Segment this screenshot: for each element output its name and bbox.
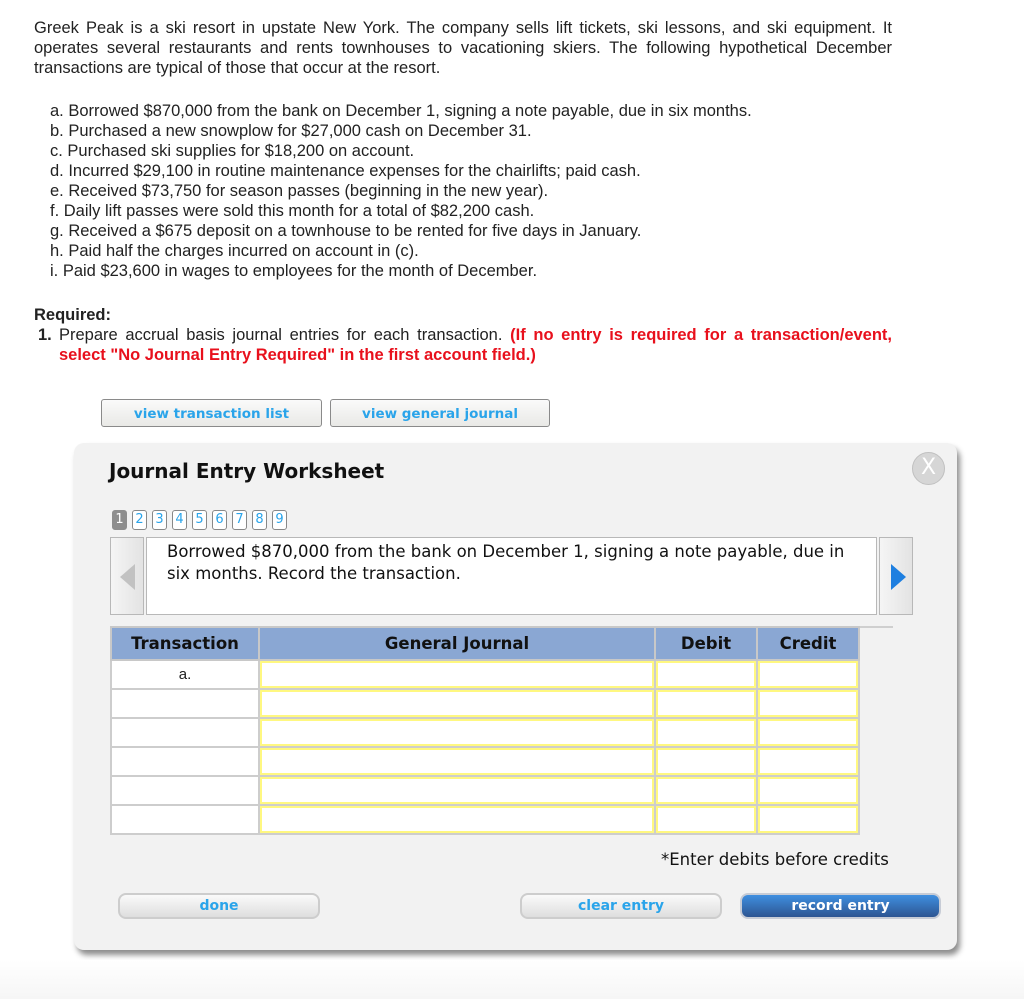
transaction-list: a. Borrowed $870,000 from the bank on De… <box>50 101 752 281</box>
transaction-cell: a. <box>110 659 260 690</box>
transaction-item: e. Received $73,750 for season passes (b… <box>50 182 549 200</box>
table-row <box>110 688 860 719</box>
account-input[interactable] <box>258 659 656 690</box>
next-button[interactable] <box>879 537 913 615</box>
debit-input[interactable] <box>654 746 758 777</box>
credit-input[interactable] <box>756 775 860 806</box>
transaction-item: f. Daily lift passes were sold this mont… <box>50 202 535 220</box>
header-transaction: Transaction <box>110 626 260 661</box>
account-input[interactable] <box>258 775 656 806</box>
prompt-panel: Borrowed $870,000 from the bank on Decem… <box>110 537 913 615</box>
transaction-cell <box>110 688 260 719</box>
transaction-cell <box>110 746 260 777</box>
table-row <box>110 717 860 748</box>
transaction-item: g. Received a $675 deposit on a townhous… <box>50 222 642 240</box>
transaction-item: h. Paid half the charges incurred on acc… <box>50 242 419 260</box>
account-input[interactable] <box>258 717 656 748</box>
header-debit: Debit <box>654 626 758 661</box>
required-item: 1. Prepare accrual basis journal entries… <box>38 325 892 365</box>
page-tab-6[interactable]: 6 <box>212 510 227 530</box>
page-tab-7[interactable]: 7 <box>232 510 247 530</box>
page-tab-8[interactable]: 8 <box>252 510 267 530</box>
page-tab-4[interactable]: 4 <box>172 510 187 530</box>
transaction-cell <box>110 775 260 806</box>
required-heading: Required: <box>34 306 112 324</box>
table-row <box>110 804 860 835</box>
transaction-item: a. Borrowed $870,000 from the bank on De… <box>50 102 752 120</box>
journal-entry-worksheet: Journal Entry Worksheet X 1 2 3 4 5 6 7 … <box>74 443 957 950</box>
debit-input[interactable] <box>654 804 758 835</box>
page-bottom-fade <box>0 960 1024 999</box>
triangle-left-icon <box>120 564 135 590</box>
transaction-prompt: Borrowed $870,000 from the bank on Decem… <box>146 537 877 615</box>
clear-entry-button[interactable]: clear entry <box>520 893 722 919</box>
done-button[interactable]: done <box>118 893 320 919</box>
required-number: 1. <box>38 326 52 344</box>
previous-button[interactable] <box>110 537 144 615</box>
credit-input[interactable] <box>756 688 860 719</box>
page-tab-9[interactable]: 9 <box>272 510 287 530</box>
required-text: Prepare accrual basis journal entries fo… <box>59 326 503 344</box>
header-general-journal: General Journal <box>258 626 656 661</box>
debit-input[interactable] <box>654 775 758 806</box>
view-general-journal-button[interactable]: view general journal <box>330 399 550 427</box>
transaction-item: d. Incurred $29,100 in routine maintenan… <box>50 162 641 180</box>
page-tabs: 1 2 3 4 5 6 7 8 9 <box>112 510 287 530</box>
account-input[interactable] <box>258 746 656 777</box>
credit-input[interactable] <box>756 717 860 748</box>
debit-input[interactable] <box>654 659 758 690</box>
credit-input[interactable] <box>756 746 860 777</box>
credit-input[interactable] <box>756 659 860 690</box>
debit-input[interactable] <box>654 688 758 719</box>
page-tab-3[interactable]: 3 <box>152 510 167 530</box>
page-tab-5[interactable]: 5 <box>192 510 207 530</box>
required-body: Prepare accrual basis journal entries fo… <box>38 325 892 365</box>
transaction-item: b. Purchased a new snowplow for $27,000 … <box>50 122 532 140</box>
table-row <box>110 775 860 806</box>
debits-before-credits-note: *Enter debits before credits <box>661 850 889 869</box>
journal-table: Transaction General Journal Debit Credit… <box>110 626 860 835</box>
transaction-item: c. Purchased ski supplies for $18,200 on… <box>50 142 415 160</box>
credit-input[interactable] <box>756 804 860 835</box>
page-tab-1[interactable]: 1 <box>112 510 127 530</box>
header-credit: Credit <box>756 626 860 661</box>
transaction-cell <box>110 717 260 748</box>
account-input[interactable] <box>258 804 656 835</box>
triangle-right-icon <box>891 564 906 590</box>
record-entry-button[interactable]: record entry <box>740 893 941 919</box>
transaction-cell <box>110 804 260 835</box>
problem-intro: Greek Peak is a ski resort in upstate Ne… <box>34 19 892 77</box>
close-icon[interactable]: X <box>912 452 945 485</box>
table-row <box>110 746 860 777</box>
page-tab-2[interactable]: 2 <box>132 510 147 530</box>
account-input[interactable] <box>258 688 656 719</box>
worksheet-title: Journal Entry Worksheet <box>109 459 385 483</box>
table-row: a. <box>110 659 860 690</box>
view-transaction-list-button[interactable]: view transaction list <box>101 399 322 427</box>
transaction-item: i. Paid $23,600 in wages to employees fo… <box>50 262 538 280</box>
debit-input[interactable] <box>654 717 758 748</box>
